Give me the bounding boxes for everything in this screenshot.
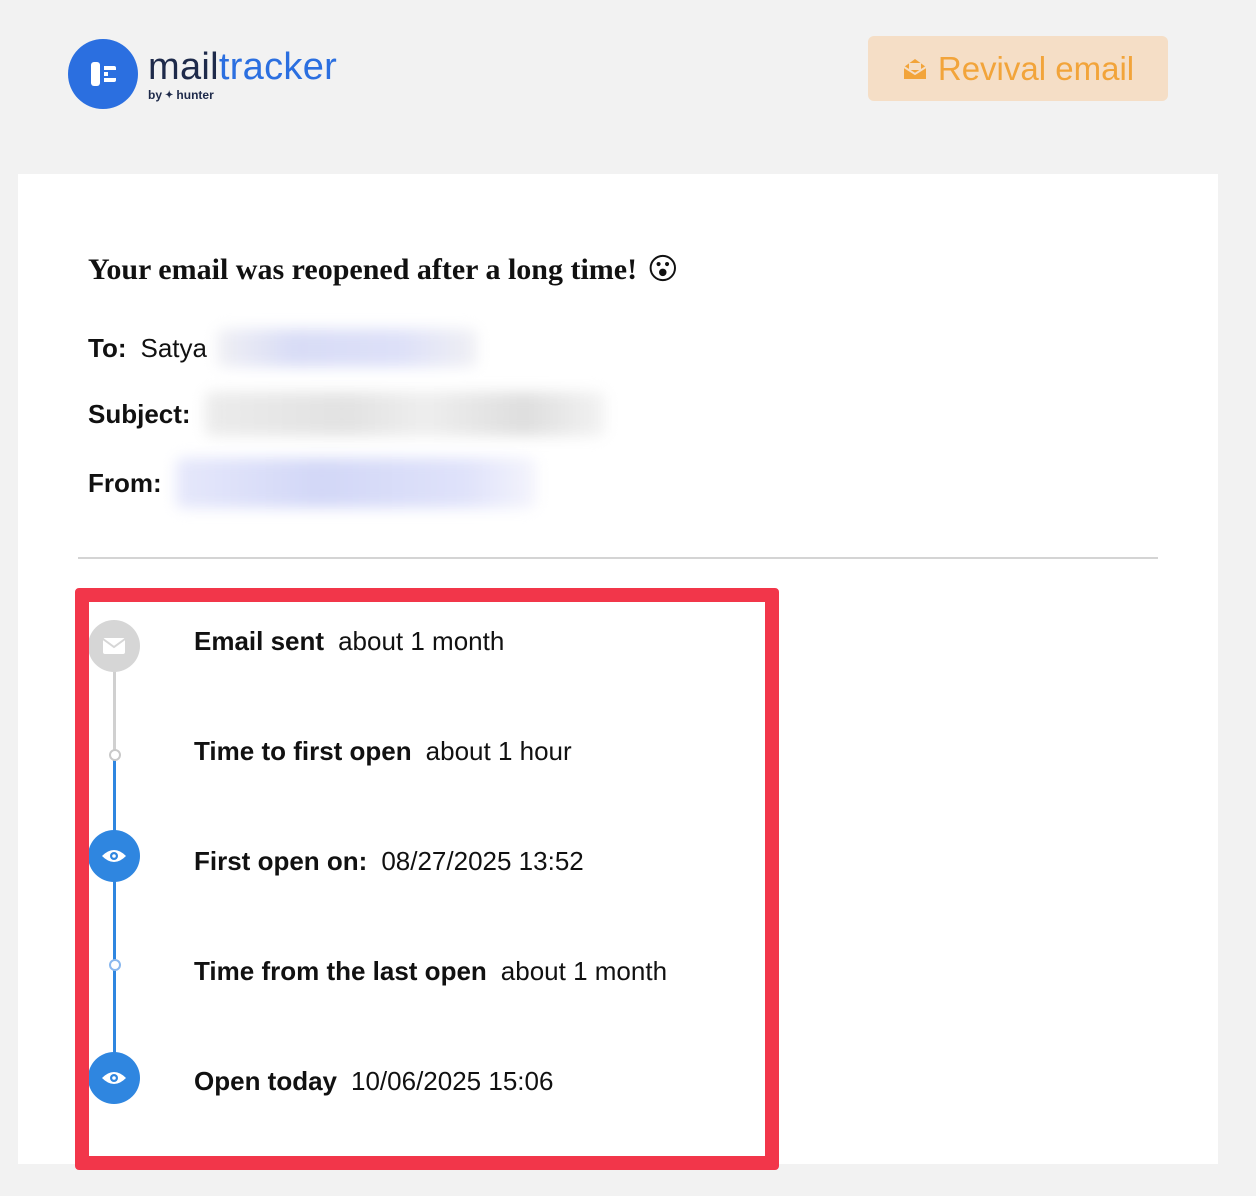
hunter-icon: ✦ xyxy=(165,89,174,101)
subject-row: Subject: xyxy=(88,392,605,436)
redacted-recipient-email xyxy=(217,329,477,367)
redacted-sender-link[interactable] xyxy=(175,458,536,508)
from-row: From: xyxy=(88,458,536,508)
mailtracker-logo[interactable]: mailtracker by ✦ hunter xyxy=(68,39,337,109)
mailtracker-logo-icon xyxy=(68,39,138,109)
to-value: Satya xyxy=(140,332,208,363)
from-label: From: xyxy=(88,467,162,498)
to-label: To: xyxy=(88,332,127,363)
brand-name: mailtracker xyxy=(148,46,338,88)
revival-email-label: Revival email xyxy=(937,49,1135,87)
highlight-annotation-box xyxy=(75,588,779,1170)
divider xyxy=(78,557,1158,559)
revival-email-button[interactable]: Revival email xyxy=(868,36,1168,101)
open-envelope-icon xyxy=(903,58,927,79)
email-card: Your email was reopened after a long tim… xyxy=(18,174,1218,1170)
page-title: Your email was reopened after a long tim… xyxy=(88,252,679,287)
subject-label: Subject: xyxy=(88,398,191,429)
astonished-emoji-icon: 😮 xyxy=(647,252,679,287)
brand-byline: by ✦ hunter xyxy=(148,88,214,102)
to-row: To: Satya xyxy=(88,329,477,367)
redacted-subject xyxy=(204,392,605,436)
